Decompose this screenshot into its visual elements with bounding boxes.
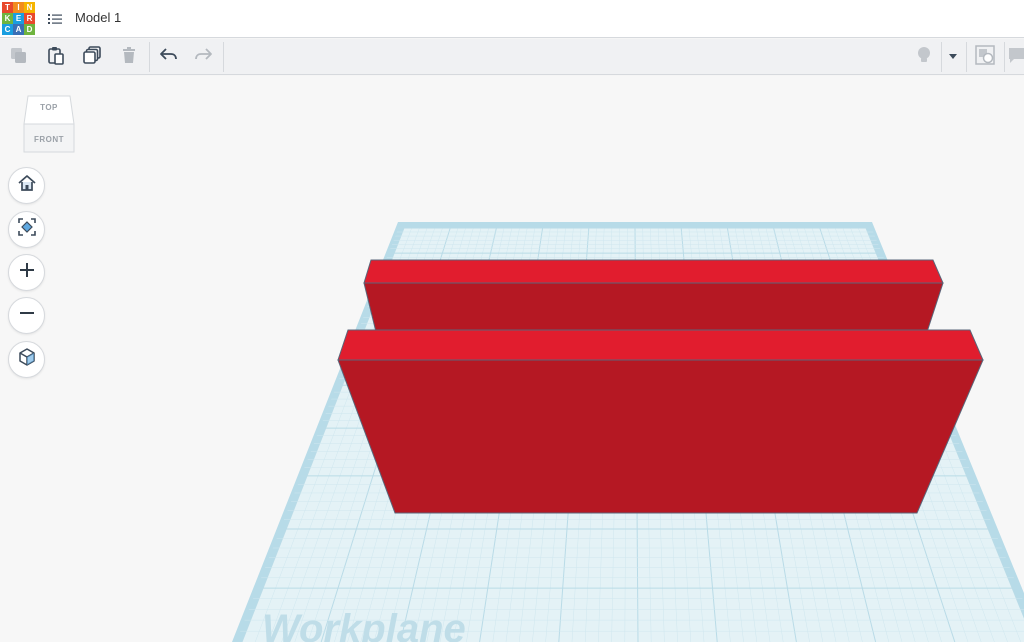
- undo-button[interactable]: [150, 39, 186, 75]
- logo-letter: N: [24, 2, 35, 13]
- delete-button[interactable]: [111, 39, 147, 75]
- zoom-in-button[interactable]: [8, 254, 45, 291]
- logo-letter: K: [2, 13, 13, 24]
- fit-view-icon: [17, 217, 37, 242]
- minus-icon: [18, 304, 36, 327]
- redo-button[interactable]: [186, 39, 222, 75]
- copy-button[interactable]: [0, 39, 36, 75]
- duplicate-icon: [82, 45, 102, 70]
- comment-icon: [1006, 45, 1024, 70]
- logo-letter: R: [24, 13, 35, 24]
- notes-dropdown-button[interactable]: [942, 39, 964, 75]
- view-cube-top-label[interactable]: TOP: [22, 103, 76, 112]
- copy-icon: [8, 45, 28, 70]
- zoom-out-button[interactable]: [8, 297, 45, 334]
- design-title[interactable]: Model 1: [75, 10, 121, 25]
- duplicate-button[interactable]: [74, 39, 110, 75]
- top-bar: TINKERCAD Model 1: [0, 0, 1024, 38]
- view-cube[interactable]: TOP FRONT: [22, 94, 76, 156]
- home-view-button[interactable]: [8, 167, 45, 204]
- box-front-front-face: [337, 359, 984, 514]
- cube-icon: [17, 347, 37, 372]
- show-all-icon: [974, 44, 996, 71]
- toolbar-divider: [223, 42, 224, 72]
- logo-letter: T: [2, 2, 13, 13]
- box-back-top-face: [363, 259, 944, 284]
- shape-box-front[interactable]: [337, 329, 984, 514]
- edit-toolbar: [0, 39, 1024, 75]
- undo-icon: [158, 45, 178, 70]
- fit-view-button[interactable]: [8, 211, 45, 248]
- redo-icon: [194, 45, 214, 70]
- show-all-button[interactable]: [967, 39, 1003, 75]
- caret-down-icon: [948, 48, 958, 66]
- trash-icon: [119, 45, 139, 70]
- logo-letter: A: [13, 24, 24, 35]
- box-front-top-face: [337, 329, 984, 361]
- lightbulb-icon: [914, 45, 934, 70]
- logo-letter: D: [24, 24, 35, 35]
- logo-letter: E: [13, 13, 24, 24]
- perspective-toggle-button[interactable]: [8, 341, 45, 378]
- logo-letter: I: [13, 2, 24, 13]
- shape-box-back[interactable]: [363, 259, 944, 333]
- paste-button[interactable]: [38, 39, 74, 75]
- view-cube-front-label[interactable]: FRONT: [22, 135, 76, 144]
- notes-button[interactable]: [906, 39, 942, 75]
- toolbar-divider: [1004, 42, 1005, 72]
- paste-icon: [46, 45, 66, 70]
- workplane-label: Workplane: [262, 607, 466, 642]
- comment-button[interactable]: [1006, 39, 1024, 75]
- tinkercad-logo[interactable]: TINKERCAD: [2, 2, 35, 35]
- logo-letter: C: [2, 24, 13, 35]
- plus-icon: [18, 261, 36, 284]
- design-menu-icon[interactable]: [47, 11, 63, 27]
- 3d-workspace[interactable]: Workplane TOP FRONT: [0, 76, 1024, 642]
- box-back-front-face: [363, 282, 944, 333]
- scene-canvas[interactable]: Workplane: [0, 76, 1024, 642]
- home-icon: [17, 173, 37, 198]
